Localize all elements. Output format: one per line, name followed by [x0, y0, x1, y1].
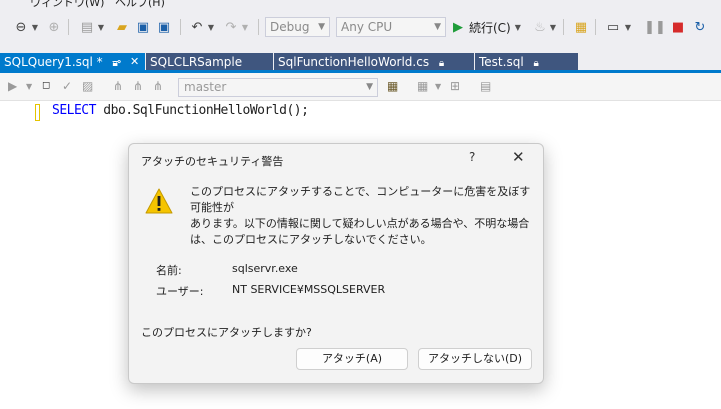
query-options-icon[interactable]: ▦	[387, 79, 398, 93]
hot-reload-icon[interactable]: ♨	[532, 17, 548, 37]
redo-dropdown-icon[interactable]: ▼	[241, 17, 249, 37]
sql-keyword: SELECT	[52, 103, 96, 118]
main-toolbar: ⊖ ▼ ⊕ ▤ ▼ ▰ ▣ ▣ ↶ ▼ ↷ ▼ Debug ▼ Any CPU …	[0, 12, 721, 42]
attach-security-warning-dialog: アタッチのセキュリティ警告 ? ✕ このプロセスにアタッチすることで、コンピュー…	[128, 143, 544, 384]
pin-icon[interactable]: ⊸	[112, 53, 121, 71]
close-icon[interactable]: ✕	[130, 53, 139, 71]
back-dropdown-icon[interactable]: ▼	[31, 17, 39, 37]
continue-button[interactable]: ▶ 続行(C) ▼	[453, 17, 521, 37]
help-icon[interactable]: ?	[469, 150, 475, 164]
stop-icon[interactable]: ■	[671, 17, 685, 37]
process-user-label: ユーザー:	[156, 285, 204, 298]
attach-button[interactable]: アタッチ(A)	[296, 348, 408, 370]
dont-attach-button[interactable]: アタッチしない(D)	[418, 348, 532, 370]
estimated-plan-icon[interactable]: ▨	[82, 79, 93, 93]
layout-dropdown-icon[interactable]: ▼	[624, 17, 632, 37]
restart-icon[interactable]: ↻	[692, 17, 708, 37]
play-icon: ▶	[453, 19, 463, 35]
hot-reload-dropdown-icon[interactable]: ▼	[549, 17, 557, 37]
pause-icon[interactable]: ❚❚	[644, 17, 666, 37]
tab-label: SqlFunctionHelloWorld.cs	[278, 55, 430, 69]
dialog-title: アタッチのセキュリティ警告	[141, 155, 284, 168]
tab-label: SQLQuery1.sql *	[4, 55, 103, 69]
tab-test-sql[interactable]: Test.sql 🔒︎	[475, 53, 578, 71]
warning-icon	[145, 188, 173, 214]
cancel-query-icon[interactable]: ◻	[42, 80, 50, 91]
change-connection-icon[interactable]: ⋔	[153, 79, 163, 93]
continue-dropdown-icon[interactable]: ▼	[515, 23, 521, 32]
continue-label: 続行(C)	[469, 20, 511, 35]
save-icon[interactable]: ▣	[134, 17, 152, 37]
parse-icon[interactable]: ✓	[62, 79, 72, 93]
warning-message-line: は、このプロセスにアタッチしないでください。	[190, 233, 432, 246]
save-all-icon[interactable]: ▣	[155, 17, 173, 37]
chevron-down-icon: ▼	[318, 22, 325, 32]
undo-icon[interactable]: ↶	[188, 17, 206, 37]
database-select[interactable]: master ▼	[178, 78, 378, 97]
warning-message-line: このプロセスにアタッチすることで、コンピューターに危害を及ぼす可能性が	[190, 185, 531, 214]
results-dropdown-icon[interactable]: ▼	[435, 82, 441, 91]
comment-out-icon[interactable]: ▤	[480, 79, 491, 93]
sql-expression: dbo.SqlFunctionHelloWorld();	[95, 103, 309, 118]
tab-label: SQLCLRSample	[150, 55, 243, 69]
disconnect-icon[interactable]: ⋔	[133, 79, 143, 93]
database-value: master	[184, 80, 227, 94]
new-project-dropdown-icon[interactable]: ▼	[97, 17, 105, 37]
code-line-1[interactable]: SELECT dbo.SqlFunctionHelloWorld();	[52, 103, 309, 118]
open-file-icon[interactable]: ▰	[113, 17, 131, 37]
menu-item-help[interactable]: ヘルプ(H)	[115, 0, 165, 10]
layout-icon[interactable]: ▭	[604, 17, 622, 37]
results-to-grid-icon[interactable]: ▦	[417, 79, 428, 93]
solution-platform-select[interactable]: Any CPU ▼	[336, 17, 446, 37]
tab-label: Test.sql	[479, 55, 524, 69]
attach-question: このプロセスにアタッチしますか?	[141, 326, 312, 339]
redo-icon[interactable]: ↷	[222, 17, 240, 37]
new-project-icon[interactable]: ▤	[78, 17, 96, 37]
process-name-value: sqlservr.exe	[232, 262, 298, 275]
solution-configuration-value: Debug	[270, 20, 310, 34]
chevron-down-icon: ▼	[366, 82, 373, 92]
tab-sqlquery1[interactable]: SQLQuery1.sql * 🔒︎ ⊸ ✕	[0, 53, 145, 71]
tab-sqlclrsample[interactable]: SQLCLRSample	[146, 53, 273, 71]
results-to-text-icon[interactable]: ⊞	[450, 79, 460, 93]
forward-icon[interactable]: ⊕	[46, 17, 62, 37]
menu-item-window[interactable]: ウィンドウ(W)	[30, 0, 104, 10]
document-tab-strip: SQLQuery1.sql * 🔒︎ ⊸ ✕ SQLCLRSample SqlF…	[0, 42, 721, 71]
menu-bar: ウィンドウ(W) ヘルプ(H)	[0, 0, 721, 12]
solution-configuration-select[interactable]: Debug ▼	[265, 17, 330, 37]
chevron-down-icon: ▼	[434, 22, 441, 32]
tab-sqlfunctionhelloworld[interactable]: SqlFunctionHelloWorld.cs 🔒︎	[274, 53, 474, 71]
attach-process-icon[interactable]: ▦	[572, 17, 590, 37]
back-icon[interactable]: ⊖	[12, 17, 30, 37]
sql-editor-toolbar: ▶ ▼ ◻ ✓ ▨ ⋔ ⋔ ⋔ master ▼ ▦ ▦ ▼ ⊞ ▤	[0, 73, 721, 101]
lock-icon: 🔒︎	[533, 58, 539, 69]
change-marker	[35, 104, 40, 121]
warning-message: このプロセスにアタッチすることで、コンピューターに危害を及ぼす可能性が あります…	[190, 184, 535, 248]
undo-dropdown-icon[interactable]: ▼	[207, 17, 215, 37]
close-icon[interactable]: ✕	[512, 148, 525, 166]
connect-icon[interactable]: ⋔	[113, 79, 123, 93]
warning-message-line: あります。以下の情報に関して疑わしい点がある場合や、不明な場合	[190, 217, 530, 230]
process-user-value: NT SERVICE¥MSSQLSERVER	[232, 283, 386, 296]
process-name-label: 名前:	[156, 264, 182, 277]
execute-icon[interactable]: ▶	[8, 79, 17, 93]
solution-platform-value: Any CPU	[341, 20, 393, 34]
execute-dropdown-icon[interactable]: ▼	[26, 82, 32, 91]
lock-icon: 🔒︎	[438, 58, 445, 69]
